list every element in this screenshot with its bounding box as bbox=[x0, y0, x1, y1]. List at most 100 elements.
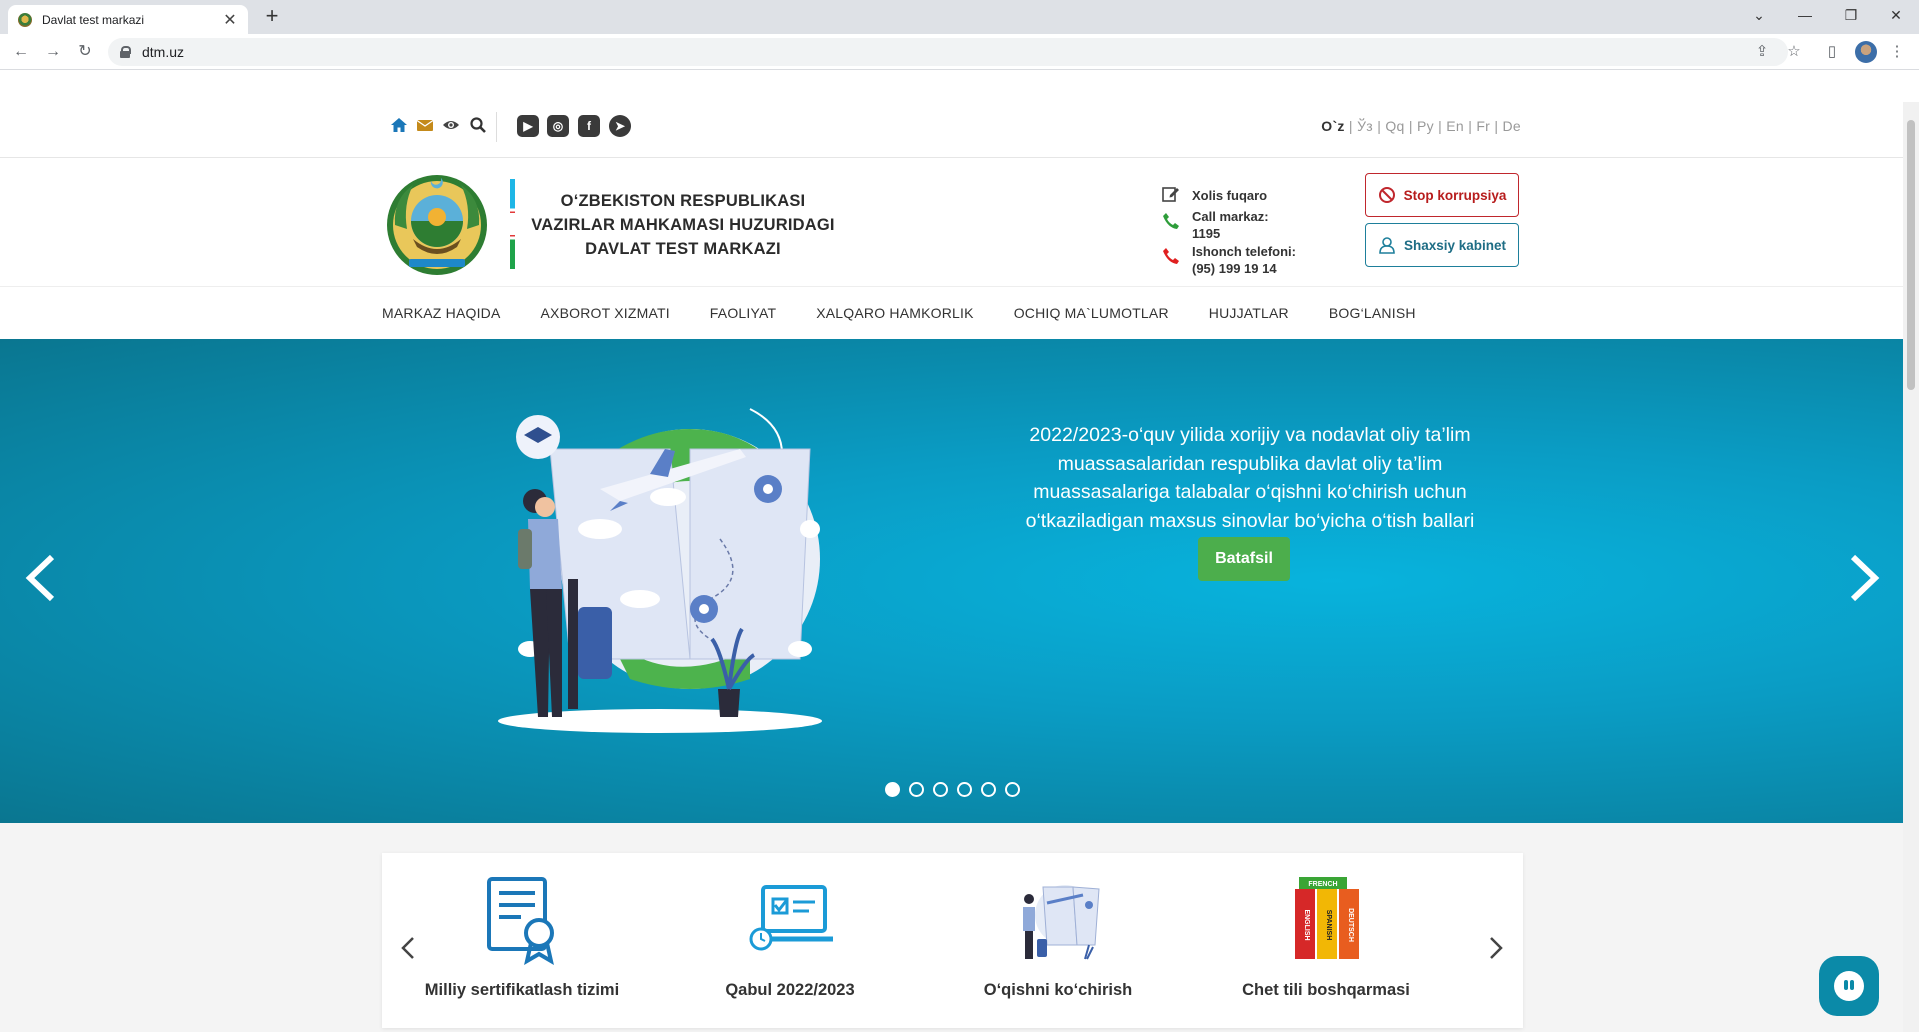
reload-icon[interactable]: ↻ bbox=[72, 40, 98, 64]
mail-icon[interactable] bbox=[416, 116, 434, 134]
site-header: O‘ZBEKISTON RESPUBLIKASI VAZIRLAR MAHKAM… bbox=[0, 159, 1903, 287]
nav-item-open-data[interactable]: OCHIQ MA`LUMOTLAR bbox=[1014, 305, 1169, 321]
url-text: dtm.uz bbox=[142, 44, 185, 60]
nav-item-international[interactable]: XALQARO HAMKORLIK bbox=[816, 305, 973, 321]
lang-sep: | bbox=[1438, 118, 1443, 134]
instagram-icon[interactable]: ◎ bbox=[547, 115, 569, 137]
trust-phone[interactable]: Ishonch telefoni: (95) 199 19 14 bbox=[1192, 243, 1296, 277]
slider-prev-arrow[interactable] bbox=[22, 551, 62, 605]
call-center-label: Call markaz: bbox=[1192, 209, 1269, 224]
slider-dot-4[interactable] bbox=[957, 782, 972, 797]
lang-de[interactable]: De bbox=[1503, 118, 1522, 134]
language-switcher: O`z | Ўз | Qq | Ру | En | Fr | De bbox=[1321, 118, 1521, 134]
lang-uz-cyrillic[interactable]: Ўз bbox=[1357, 118, 1373, 134]
bookmark-star-icon[interactable]: ☆ bbox=[1782, 40, 1806, 64]
phone-icon bbox=[1163, 248, 1179, 264]
service-card-transfer[interactable]: O‘qishni ko‘chirish bbox=[943, 853, 1173, 1028]
minimize-button[interactable]: — bbox=[1782, 0, 1828, 30]
call-center-number: 1195 bbox=[1192, 226, 1221, 241]
user-icon bbox=[1379, 237, 1395, 254]
services-carousel: Milliy sertifikatlash tizimi Qabul 2022/… bbox=[382, 853, 1523, 1028]
lang-sep: | bbox=[1348, 118, 1353, 134]
lang-sep: | bbox=[1468, 118, 1473, 134]
hero-more-button[interactable]: Batafsil bbox=[1198, 537, 1290, 581]
home-icon[interactable] bbox=[390, 116, 408, 134]
trust-phone-label: Ishonch telefoni: bbox=[1192, 244, 1296, 259]
search-icon[interactable] bbox=[469, 116, 487, 134]
nav-item-about[interactable]: MARKAZ HAQIDA bbox=[382, 305, 501, 321]
book-title-english: ENGLISH bbox=[1303, 909, 1310, 940]
book-title-spanish: SPANISH bbox=[1325, 910, 1332, 941]
hero-line: muassasalariga talabalar o‘qishni ko‘chi… bbox=[1033, 481, 1467, 503]
browser-tab-bar: Davlat test markazi ✕ + ⌄ — ❐ ✕ bbox=[0, 0, 1919, 34]
lang-fr[interactable]: Fr bbox=[1476, 118, 1490, 134]
personal-cabinet-label: Shaxsiy kabinet bbox=[1403, 237, 1507, 253]
book-title-french: FRENCH bbox=[1308, 881, 1337, 888]
transfer-icon bbox=[1023, 885, 1100, 960]
forward-icon[interactable]: → bbox=[40, 40, 66, 64]
close-window-button[interactable]: ✕ bbox=[1873, 0, 1919, 30]
xolis-fuqaro-link[interactable]: Xolis fuqaro bbox=[1192, 187, 1267, 204]
youtube-icon[interactable]: ▶ bbox=[517, 115, 539, 137]
service-card-certification[interactable]: Milliy sertifikatlash tizimi bbox=[407, 853, 637, 1028]
lang-ru[interactable]: Ру bbox=[1417, 118, 1434, 134]
state-emblem-logo[interactable] bbox=[383, 169, 491, 277]
organization-name[interactable]: O‘ZBEKISTON RESPUBLIKASI VAZIRLAR MAHKAM… bbox=[528, 189, 838, 261]
nav-item-contact[interactable]: BOG‘LANISH bbox=[1329, 305, 1416, 321]
browser-tab[interactable]: Davlat test markazi ✕ bbox=[8, 5, 248, 34]
carousel-next-arrow[interactable] bbox=[1486, 933, 1506, 963]
slider-dot-1[interactable] bbox=[885, 782, 900, 797]
close-tab-icon[interactable]: ✕ bbox=[222, 10, 238, 30]
eye-icon[interactable] bbox=[442, 116, 460, 134]
stop-corruption-button[interactable]: Stop korrupsiya bbox=[1365, 173, 1519, 217]
hero-line: muassasalaridan respublika davlat oliy t… bbox=[1057, 452, 1443, 475]
slider-dot-6[interactable] bbox=[1005, 782, 1020, 797]
slider-dot-5[interactable] bbox=[981, 782, 996, 797]
slider-dot-3[interactable] bbox=[933, 782, 948, 797]
telegram-icon[interactable]: ➤ bbox=[609, 115, 631, 137]
books-icon: FRENCH ENGLISH SPANISH DEUTSCH bbox=[1295, 877, 1359, 959]
lang-sep: | bbox=[1494, 118, 1499, 134]
scrollbar-thumb[interactable] bbox=[1907, 120, 1915, 390]
nav-item-activity[interactable]: FAOLIYAT bbox=[710, 305, 776, 321]
browser-menu-icon[interactable]: ⋮ bbox=[1885, 40, 1909, 64]
trust-phone-number: (95) 199 19 14 bbox=[1192, 261, 1277, 276]
facebook-icon[interactable]: f bbox=[578, 115, 600, 137]
lang-en[interactable]: En bbox=[1446, 118, 1464, 134]
hero-illustration bbox=[498, 408, 822, 733]
service-card-label: Chet tili boshqarmasi bbox=[1242, 981, 1410, 999]
service-card-foreign-language[interactable]: FRENCH ENGLISH SPANISH DEUTSCH Chet tili… bbox=[1211, 853, 1441, 1028]
address-bar[interactable]: dtm.uz bbox=[108, 38, 1788, 66]
service-card-label: O‘qishni ko‘chirish bbox=[983, 981, 1133, 999]
page-scrollbar[interactable] bbox=[1903, 102, 1919, 1032]
lang-uz-latin[interactable]: O`z bbox=[1321, 118, 1344, 134]
lang-sep: | bbox=[1377, 118, 1382, 134]
hero-headline: 2022/2023-o‘quv yilida xorijiy va nodavl… bbox=[1010, 421, 1490, 535]
phone-icon bbox=[1163, 213, 1179, 229]
edit-icon bbox=[1162, 187, 1179, 202]
org-line: DAVLAT TEST MARKAZI bbox=[585, 240, 781, 258]
profile-avatar[interactable] bbox=[1855, 41, 1877, 63]
laptop-check-icon bbox=[749, 885, 833, 951]
org-line: VAZIRLAR MAHKAMASI HUZURIDAGI bbox=[531, 216, 835, 234]
tab-search-icon[interactable]: ⌄ bbox=[1736, 0, 1782, 30]
restore-button[interactable]: ❐ bbox=[1828, 0, 1874, 30]
slider-next-arrow[interactable] bbox=[1843, 551, 1883, 605]
chat-widget-button[interactable] bbox=[1819, 956, 1879, 1016]
nav-item-documents[interactable]: HUJJATLAR bbox=[1209, 305, 1289, 321]
back-icon[interactable]: ← bbox=[8, 40, 34, 64]
slider-dot-2[interactable] bbox=[909, 782, 924, 797]
side-panel-icon[interactable]: ▯ bbox=[1820, 40, 1844, 64]
nav-item-press[interactable]: AXBOROT XIZMATI bbox=[541, 305, 670, 321]
browser-toolbar: ← → ↻ dtm.uz ⇪ ☆ ▯ ⋮ bbox=[0, 34, 1919, 70]
call-center[interactable]: Call markaz: 1195 bbox=[1192, 208, 1269, 242]
flag-stripe bbox=[510, 179, 515, 269]
chat-icon bbox=[1834, 971, 1864, 1001]
new-tab-button[interactable]: + bbox=[258, 5, 286, 29]
lang-kaa[interactable]: Qq bbox=[1385, 118, 1404, 134]
service-card-admission[interactable]: Qabul 2022/2023 bbox=[675, 853, 905, 1028]
share-icon[interactable]: ⇪ bbox=[1750, 40, 1774, 64]
divider bbox=[496, 112, 497, 142]
personal-cabinet-button[interactable]: Shaxsiy kabinet bbox=[1365, 223, 1519, 267]
org-line: O‘ZBEKISTON RESPUBLIKASI bbox=[560, 192, 806, 210]
